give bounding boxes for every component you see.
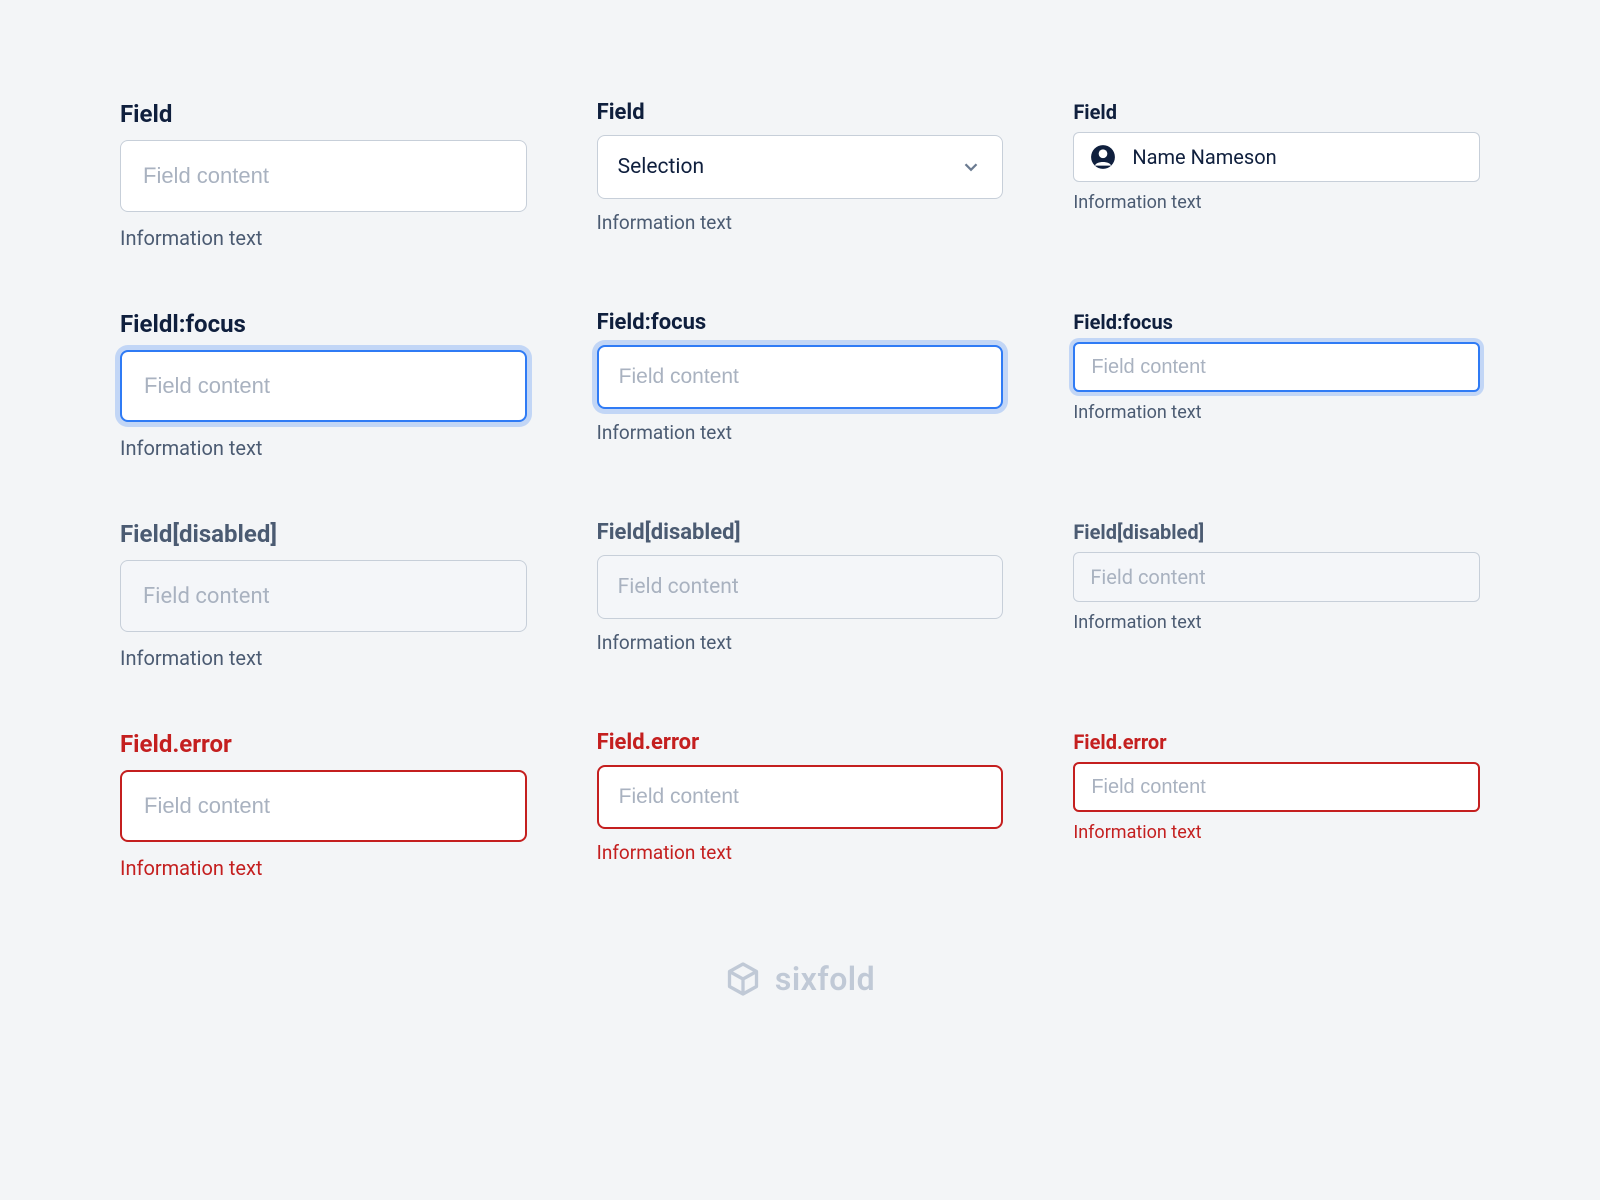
brand-logo: sixfold xyxy=(120,960,1480,998)
select-value: Selection xyxy=(618,155,704,179)
field-label: Field[disabled] xyxy=(1073,520,1480,544)
sixfold-cube-icon xyxy=(725,961,761,997)
text-input[interactable] xyxy=(143,163,504,189)
text-input-control[interactable] xyxy=(120,350,527,422)
field-label: Field xyxy=(120,100,527,128)
text-input-control[interactable] xyxy=(120,140,527,212)
field-helper: Information text xyxy=(120,856,527,880)
field-label: Field xyxy=(597,100,1004,125)
field-helper: Information text xyxy=(120,226,527,250)
field-error-large: Field.error Information text xyxy=(120,730,527,880)
field-helper: Information text xyxy=(597,421,1004,444)
field-error-small: Field.error Information text xyxy=(1073,730,1480,880)
field-disabled-small: Field[disabled] Field content Informatio… xyxy=(1073,520,1480,670)
field-default-large: Field Information text xyxy=(120,100,527,250)
text-input[interactable] xyxy=(619,785,982,809)
field-label: Field xyxy=(1073,100,1480,124)
field-label: Field.error xyxy=(120,730,527,758)
select-row[interactable]: Selection xyxy=(618,155,983,179)
field-select-medium: Field Selection Information text xyxy=(597,100,1004,250)
chevron-down-icon xyxy=(960,156,982,178)
text-input-control[interactable] xyxy=(597,765,1004,829)
field-helper: Information text xyxy=(1073,822,1480,843)
field-helper: Information text xyxy=(120,436,527,460)
text-input-control[interactable] xyxy=(597,345,1004,409)
field-label: Field[disabled] xyxy=(120,520,527,548)
text-input[interactable] xyxy=(144,373,503,399)
field-user-small: Field Name Nameson Information text xyxy=(1073,100,1480,250)
field-helper: Information text xyxy=(597,211,1004,234)
field-helper: Information text xyxy=(120,646,527,670)
text-input-control: Field content xyxy=(597,555,1004,619)
text-input-disabled: Field content xyxy=(1090,565,1205,589)
user-row: Name Nameson xyxy=(1090,144,1463,170)
text-input-control: Field content xyxy=(120,560,527,632)
field-focus-large: Fieldl:focus Information text xyxy=(120,310,527,460)
field-focus-small: Field:focus Information text xyxy=(1073,310,1480,460)
user-field-value: Name Nameson xyxy=(1132,145,1276,169)
field-helper: Information text xyxy=(1073,192,1480,213)
field-helper: Information text xyxy=(1073,612,1480,633)
field-helper: Information text xyxy=(1073,402,1480,423)
select-control[interactable]: Selection xyxy=(597,135,1004,199)
field-label: Field:focus xyxy=(597,310,1004,335)
text-input-control[interactable] xyxy=(1073,342,1480,392)
field-helper: Information text xyxy=(597,631,1004,654)
text-input-disabled: Field content xyxy=(618,575,739,599)
form-fields-grid: Field Information text Field Selection I… xyxy=(120,100,1480,880)
text-input[interactable] xyxy=(144,793,503,819)
field-error-medium: Field.error Information text xyxy=(597,730,1004,880)
user-circle-icon xyxy=(1090,144,1116,170)
brand-name: sixfold xyxy=(775,960,875,998)
field-label: Field.error xyxy=(597,730,1004,755)
field-label: Fieldl:focus xyxy=(120,310,527,338)
text-input[interactable] xyxy=(619,365,982,389)
text-input-control[interactable] xyxy=(1073,762,1480,812)
field-disabled-medium: Field[disabled] Field content Informatio… xyxy=(597,520,1004,670)
text-input-disabled: Field content xyxy=(143,584,270,609)
field-disabled-large: Field[disabled] Field content Informatio… xyxy=(120,520,527,670)
field-focus-medium: Field:focus Information text xyxy=(597,310,1004,460)
field-label: Field:focus xyxy=(1073,310,1480,334)
field-label: Field.error xyxy=(1073,730,1480,754)
text-input-control: Field content xyxy=(1073,552,1480,602)
user-input-control[interactable]: Name Nameson xyxy=(1073,132,1480,182)
field-label: Field[disabled] xyxy=(597,520,1004,545)
text-input[interactable] xyxy=(1091,776,1462,799)
text-input-control[interactable] xyxy=(120,770,527,842)
field-helper: Information text xyxy=(597,841,1004,864)
text-input[interactable] xyxy=(1091,356,1462,379)
